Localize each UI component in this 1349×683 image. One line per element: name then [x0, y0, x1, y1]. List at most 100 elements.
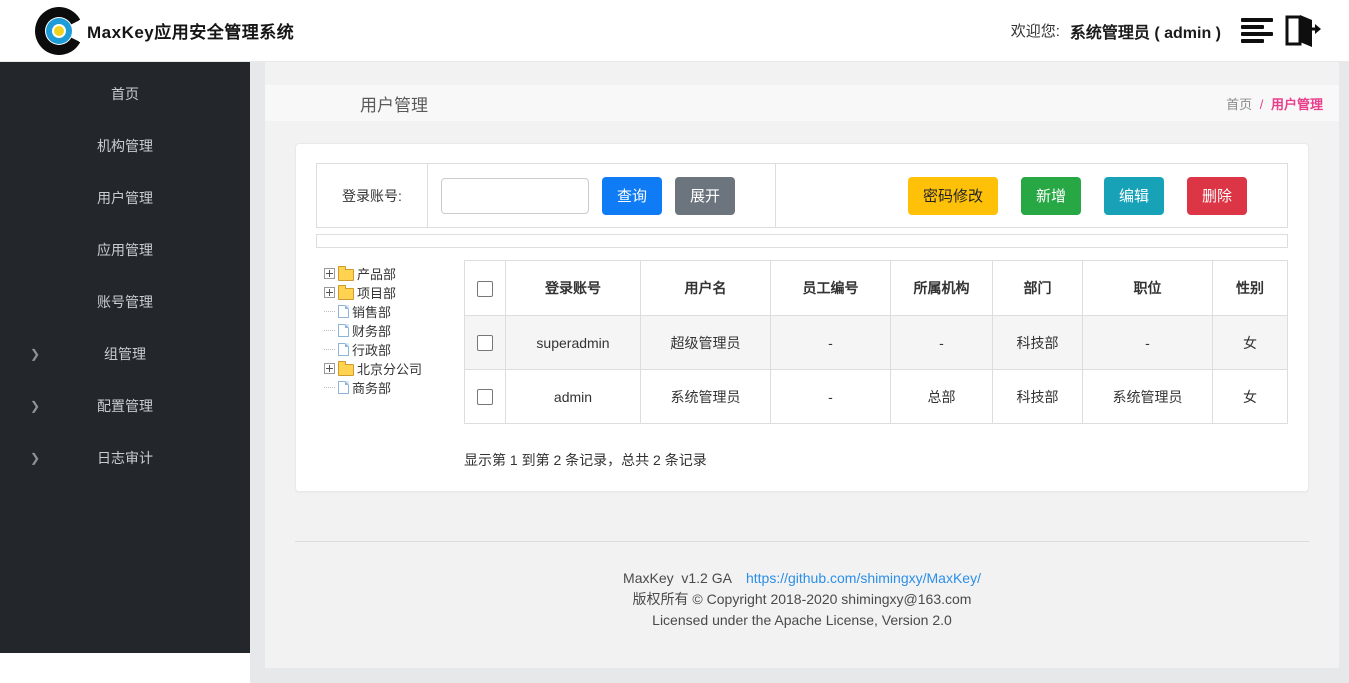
tree-node-label: 项目部: [357, 283, 396, 302]
sidebar-item-org[interactable]: 机构管理: [0, 120, 250, 172]
chevron-right-icon: ❯: [30, 451, 40, 465]
search-controls: 查询 展开: [428, 164, 776, 227]
sidebar-item-groups[interactable]: ❯组管理: [0, 328, 250, 380]
tree-node-1[interactable]: 项目部: [324, 283, 464, 302]
table-row[interactable]: admin系统管理员-总部科技部系统管理员女: [465, 370, 1288, 424]
table-row[interactable]: superadmin超级管理员--科技部-女: [465, 316, 1288, 370]
column-header: 性别: [1213, 261, 1288, 316]
app-title: MaxKey应用安全管理系统: [87, 18, 294, 43]
menu-icon[interactable]: [1241, 18, 1273, 43]
query-button[interactable]: 查询: [602, 177, 662, 215]
table-body: superadmin超级管理员--科技部-女admin系统管理员-总部科技部系统…: [465, 316, 1288, 424]
sidebar-item-home[interactable]: 首页: [0, 68, 250, 120]
table-cell: 女: [1213, 316, 1288, 370]
tree-node-label: 销售部: [352, 302, 391, 321]
sidebar-item-label: 首页: [111, 84, 139, 104]
table-cell: -: [891, 316, 993, 370]
edit-button[interactable]: 编辑: [1104, 177, 1164, 215]
search-toolbar: 登录账号: 查询 展开 密码修改新增编辑删除: [316, 163, 1288, 228]
sidebar-item-audit[interactable]: ❯日志审计: [0, 432, 250, 484]
column-header: 部门: [993, 261, 1083, 316]
chevron-right-icon: ❯: [30, 399, 40, 413]
title-bar: 用户管理 首页 / 用户管理: [265, 85, 1339, 121]
content-pane: 用户管理 首页 / 用户管理 登录账号: 查询 展开 密码修改新增编辑删除: [265, 62, 1339, 668]
table-cell: -: [771, 370, 891, 424]
table-cell: 女: [1213, 370, 1288, 424]
delete-button[interactable]: 删除: [1187, 177, 1247, 215]
breadcrumb-separator: /: [1260, 97, 1264, 112]
tree-node-4[interactable]: 行政部: [324, 340, 464, 359]
plus-expander-icon[interactable]: [324, 268, 335, 279]
logout-icon[interactable]: [1281, 13, 1321, 49]
plus-expander-icon[interactable]: [324, 287, 335, 298]
tree-node-label: 行政部: [352, 340, 391, 359]
tree-connector: [324, 349, 335, 350]
sidebar-item-label: 配置管理: [97, 396, 153, 416]
add-button[interactable]: 新增: [1021, 177, 1081, 215]
users-grid: 登录账号用户名员工编号所属机构部门职位性别 superadmin超级管理员--科…: [464, 260, 1288, 470]
content-row: 产品部项目部销售部财务部行政部北京分公司商务部 登录账号用户名员工编号所属机构部…: [316, 260, 1288, 470]
expand-button[interactable]: 展开: [675, 177, 735, 215]
login-account-label: 登录账号:: [317, 164, 428, 227]
advanced-search-row: [316, 234, 1288, 248]
sidebar-item-label: 账号管理: [97, 292, 153, 312]
sidebar-nav: 首页机构管理用户管理应用管理账号管理❯组管理❯配置管理❯日志审计: [0, 62, 250, 653]
tree-node-label: 商务部: [352, 378, 391, 397]
column-header: 所属机构: [891, 261, 993, 316]
row-checkbox[interactable]: [477, 335, 493, 351]
records-summary: 显示第 1 到第 2 条记录，总共 2 条记录: [464, 450, 1288, 470]
sidebar-item-label: 用户管理: [97, 188, 153, 208]
tree-connector: [324, 387, 335, 388]
table-cell: -: [1083, 316, 1213, 370]
table-cell: 科技部: [993, 370, 1083, 424]
folder-icon: [338, 269, 354, 281]
app-logo-icon: [34, 6, 84, 56]
sidebar-item-users[interactable]: 用户管理: [0, 172, 250, 224]
sidebar-item-accounts[interactable]: 账号管理: [0, 276, 250, 328]
welcome-label: 欢迎您:: [1011, 20, 1060, 41]
table-head: 登录账号用户名员工编号所属机构部门职位性别: [465, 261, 1288, 316]
main-area: 用户管理 首页 / 用户管理 登录账号: 查询 展开 密码修改新增编辑删除: [250, 62, 1349, 683]
column-header: 登录账号: [506, 261, 641, 316]
plus-expander-icon[interactable]: [324, 363, 335, 374]
brand[interactable]: MaxKey应用安全管理系统: [34, 6, 294, 56]
app-body: 首页机构管理用户管理应用管理账号管理❯组管理❯配置管理❯日志审计 用户管理 首页…: [0, 62, 1349, 683]
tree-connector: [324, 330, 335, 331]
current-user: 系统管理员 ( admin ): [1070, 19, 1221, 43]
login-account-input[interactable]: [441, 178, 589, 214]
folder-icon: [338, 364, 354, 376]
tree-node-2[interactable]: 销售部: [324, 302, 464, 321]
tree-node-label: 北京分公司: [357, 359, 422, 378]
department-tree: 产品部项目部销售部财务部行政部北京分公司商务部: [316, 260, 464, 470]
sidebar-item-config[interactable]: ❯ 配置管理: [0, 380, 250, 432]
select-all-checkbox[interactable]: [477, 281, 493, 297]
sidebar-item-label: 机构管理: [97, 136, 153, 156]
tree-node-label: 财务部: [352, 321, 391, 340]
sidebar: 首页机构管理用户管理应用管理账号管理❯组管理❯配置管理❯日志审计: [0, 62, 250, 683]
file-icon: [338, 305, 349, 318]
sidebar-item-apps[interactable]: 应用管理: [0, 224, 250, 276]
header-right: 欢迎您: 系统管理员 ( admin ): [1011, 13, 1321, 49]
change-password-button[interactable]: 密码修改: [908, 177, 998, 215]
tree-node-3[interactable]: 财务部: [324, 321, 464, 340]
content-card: 登录账号: 查询 展开 密码修改新增编辑删除 产品部项目部销售部财务部行政部北京…: [295, 143, 1309, 492]
tree-node-6[interactable]: 商务部: [324, 378, 464, 397]
column-header: 用户名: [641, 261, 771, 316]
footer-divider: [295, 541, 1309, 542]
tree-node-5[interactable]: 北京分公司: [324, 359, 464, 378]
table-cell: 系统管理员: [641, 370, 771, 424]
breadcrumb-home[interactable]: 首页: [1226, 97, 1252, 112]
table-cell: admin: [506, 370, 641, 424]
chevron-right-icon: ❯: [30, 347, 40, 361]
tree-connector: [324, 311, 335, 312]
row-checkbox[interactable]: [477, 389, 493, 405]
footer-link[interactable]: https://github.com/shimingxy/MaxKey/: [746, 570, 981, 586]
tree-node-0[interactable]: 产品部: [324, 264, 464, 283]
footer: MaxKey v1.2 GAhttps://github.com/shiming…: [265, 568, 1339, 631]
select-all-cell: [465, 261, 506, 316]
table-cell: 总部: [891, 370, 993, 424]
table-cell: 超级管理员: [641, 316, 771, 370]
breadcrumb-current: 用户管理: [1271, 97, 1323, 112]
row-select-cell: [465, 316, 506, 370]
row-select-cell: [465, 370, 506, 424]
